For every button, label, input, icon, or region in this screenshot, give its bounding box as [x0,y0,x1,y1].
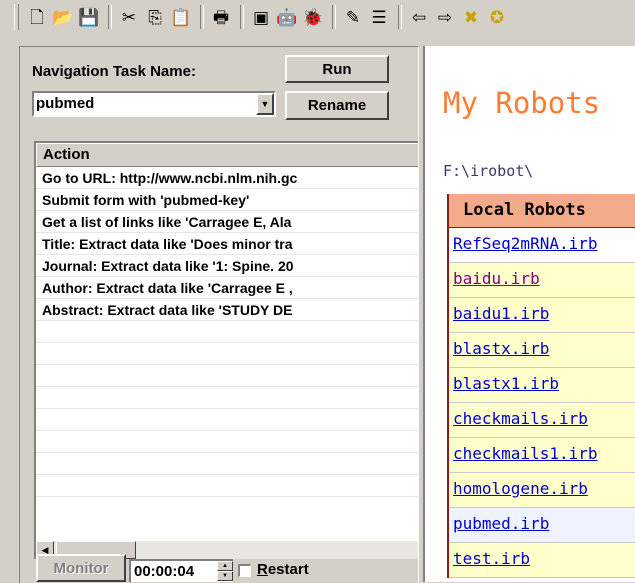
robot-link[interactable]: blastx1.irb [453,374,559,393]
list-item[interactable]: Author: Extract data like 'Carragee E , [36,277,418,299]
robots-table-header: Local Robots [449,194,635,228]
print-icon[interactable]: 🖶 [209,5,233,29]
list-item [36,343,418,365]
copy-icon[interactable]: ⎘ [143,5,167,29]
page-title: My Robots [443,86,601,120]
save-icon[interactable]: 💾 [77,5,101,29]
robot-record-icon[interactable]: 🐞 [301,5,325,29]
list-item[interactable]: Submit form with 'pubmed-key' [36,189,418,211]
list-item [36,321,418,343]
cut-icon[interactable]: ✂ [117,5,141,29]
table-row[interactable]: checkmails1.irb [449,438,635,473]
robot-link[interactable]: RefSeq2mRNA.irb [453,234,598,253]
spin-up-icon[interactable]: ▲ [217,561,233,571]
robot-link[interactable]: test.irb [453,549,530,568]
paste-icon[interactable]: 📋 [169,5,193,29]
robot-run-icon[interactable]: 🤖 [275,5,299,29]
navigation-panel: Navigation Task Name: Run pubmed ▼ Renam… [19,46,419,583]
toolbar-separator [108,5,112,29]
robot-link[interactable]: baidu1.irb [453,304,549,323]
restart-accel: R [257,561,268,578]
robot-link[interactable]: baidu.irb [453,269,540,288]
table-row[interactable]: checkmails.irb [449,403,635,438]
table-row[interactable]: baidu.irb [449,263,635,298]
timer-spinner[interactable]: ▲ ▼ [217,561,233,582]
robot-link[interactable]: blastx.irb [453,339,549,358]
refresh-icon[interactable]: ✪ [485,5,509,29]
stop-icon[interactable]: ✖ [459,5,483,29]
robot-link[interactable]: checkmails.irb [453,409,588,428]
task-name-value: pubmed [36,95,95,112]
back-arrow-icon[interactable]: ⇦ [407,5,431,29]
window-icon[interactable]: ▣ [249,5,273,29]
list-item [36,475,418,497]
robots-path: F:\irobot\ [443,162,534,180]
table-row[interactable]: test.irb [449,543,635,578]
table-row[interactable]: baidu1.irb [449,298,635,333]
spin-down-icon[interactable]: ▼ [217,571,233,581]
rename-button[interactable]: Rename [285,91,389,120]
table-row[interactable]: blastx1.irb [449,368,635,403]
toolbar-grip[interactable] [14,4,19,30]
robot-wizard-icon[interactable]: ✎ [341,5,365,29]
list-item[interactable]: Title: Extract data like 'Does minor tra [36,233,418,255]
task-name-combo[interactable]: pubmed ▼ [32,91,276,117]
restart-label-rest: estart [267,561,309,578]
chevron-down-icon[interactable]: ▼ [256,93,274,115]
restart-checkbox[interactable] [238,564,251,577]
action-list[interactable]: Action Go to URL: http://www.ncbi.nlm.ni… [34,141,418,559]
list-item [36,453,418,475]
robot-link[interactable]: pubmed.irb [453,514,549,533]
monitor-button[interactable]: Monitor [36,554,126,582]
table-row[interactable]: homologene.irb [449,473,635,508]
robots-browser: My Robots F:\irobot\ Local Robots RefSeq… [423,46,635,582]
restart-label[interactable]: Restart [257,561,309,578]
run-button[interactable]: Run [285,55,389,83]
list-item[interactable]: Journal: Extract data like '1: Spine. 20 [36,255,418,277]
timer-value: 00:00:04 [134,563,195,580]
robot-link[interactable]: homologene.irb [453,479,588,498]
list-item [36,365,418,387]
table-row[interactable]: blastx.irb [449,333,635,368]
new-file-icon[interactable]: 🗋 [25,5,49,29]
robot-edit-icon[interactable]: ☰ [367,5,391,29]
list-item [36,431,418,453]
list-item [36,409,418,431]
open-folder-icon[interactable]: 📂 [51,5,75,29]
list-item [36,387,418,409]
action-column-header[interactable]: Action [36,143,418,167]
robot-link[interactable]: checkmails1.irb [453,444,598,463]
toolbar-separator [240,5,244,29]
list-item[interactable]: Get a list of links like 'Carragee E, Al… [36,211,418,233]
toolbar-separator [398,5,402,29]
forward-arrow-icon[interactable]: ⇨ [433,5,457,29]
table-row[interactable]: pubmed.irb [449,508,635,543]
toolbar: 🗋 📂 💾 ✂ ⎘ 📋 🖶 ▣ 🤖 🐞 ✎ ☰ ⇦ ⇨ ✖ ✪ [0,0,635,34]
table-row[interactable]: RefSeq2mRNA.irb [449,228,635,263]
list-item[interactable]: Go to URL: http://www.ncbi.nlm.nih.gc [36,167,418,189]
toolbar-separator [200,5,204,29]
robots-table: Local Robots RefSeq2mRNA.irb baidu.irb b… [447,194,635,578]
toolbar-separator [332,5,336,29]
task-name-label: Navigation Task Name: [32,63,196,80]
list-item[interactable]: Abstract: Extract data like 'STUDY DE [36,299,418,321]
timer-input[interactable]: 00:00:04 ▲ ▼ [129,559,233,582]
